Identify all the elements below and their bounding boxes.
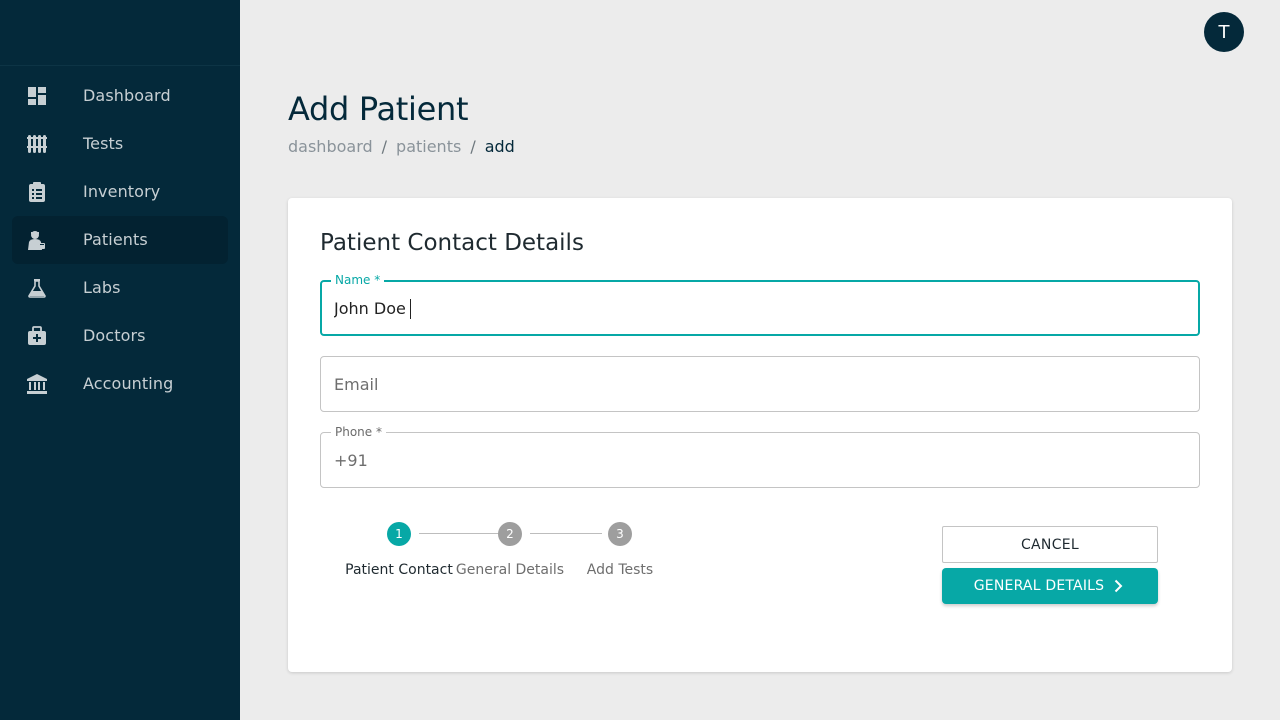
sidebar: Dashboard Tests Inventory Patients Labs bbox=[0, 0, 240, 720]
breadcrumb-patients[interactable]: patients bbox=[396, 137, 461, 156]
form-stepper: 1 Patient Contact 2 General Details 3 Ad… bbox=[345, 522, 688, 612]
sidebar-item-label: Doctors bbox=[83, 326, 146, 345]
breadcrumb-separator: / bbox=[381, 136, 388, 156]
patient-icon bbox=[27, 230, 47, 250]
flask-icon bbox=[27, 278, 47, 298]
cancel-button[interactable]: CANCEL bbox=[942, 526, 1158, 563]
sidebar-item-label: Tests bbox=[83, 134, 124, 153]
sidebar-header bbox=[0, 0, 240, 66]
page-title: Add Patient bbox=[288, 90, 469, 128]
chevron-right-icon bbox=[1115, 579, 1123, 593]
step-label: Patient Contact bbox=[345, 562, 453, 578]
step-label: Add Tests bbox=[586, 562, 654, 578]
step-label: General Details bbox=[455, 562, 565, 578]
sidebar-item-labs[interactable]: Labs bbox=[12, 264, 228, 312]
sidebar-nav: Dashboard Tests Inventory Patients Labs bbox=[0, 66, 240, 408]
medical-kit-icon bbox=[27, 326, 47, 346]
sidebar-item-patients[interactable]: Patients bbox=[12, 216, 228, 264]
breadcrumb-dashboard[interactable]: dashboard bbox=[288, 137, 373, 156]
step-add-tests: 3 Add Tests bbox=[565, 522, 675, 580]
sidebar-item-tests[interactable]: Tests bbox=[12, 120, 228, 168]
sidebar-item-label: Labs bbox=[83, 278, 121, 297]
name-input[interactable] bbox=[334, 281, 1184, 335]
dashboard-icon bbox=[27, 86, 47, 106]
bank-icon bbox=[27, 374, 47, 394]
sidebar-item-label: Inventory bbox=[83, 182, 161, 201]
step-number: 3 bbox=[608, 522, 632, 546]
sidebar-item-label: Dashboard bbox=[83, 86, 171, 105]
test-tubes-icon bbox=[27, 134, 47, 154]
patient-form-card: Patient Contact Details Name * Phone * 1… bbox=[288, 198, 1232, 672]
sidebar-item-label: Patients bbox=[83, 230, 148, 249]
sidebar-item-dashboard[interactable]: Dashboard bbox=[12, 72, 228, 120]
general-details-button[interactable]: GENERAL DETAILS bbox=[942, 568, 1158, 604]
email-input[interactable] bbox=[334, 357, 1184, 411]
text-caret bbox=[410, 299, 411, 319]
breadcrumb: dashboard / patients / add bbox=[288, 134, 515, 158]
sidebar-item-inventory[interactable]: Inventory bbox=[12, 168, 228, 216]
phone-input[interactable] bbox=[334, 433, 1184, 487]
sidebar-item-doctors[interactable]: Doctors bbox=[12, 312, 228, 360]
sidebar-item-accounting[interactable]: Accounting bbox=[12, 360, 228, 408]
step-general-details: 2 General Details bbox=[455, 522, 565, 580]
name-field: Name * bbox=[320, 273, 1200, 336]
avatar[interactable]: T bbox=[1204, 12, 1244, 52]
step-patient-contact: 1 Patient Contact bbox=[344, 522, 454, 580]
form-title: Patient Contact Details bbox=[320, 230, 584, 256]
clipboard-icon bbox=[27, 182, 47, 202]
breadcrumb-separator: / bbox=[470, 136, 476, 156]
sidebar-item-label: Accounting bbox=[83, 374, 174, 393]
step-number: 1 bbox=[387, 522, 411, 546]
general-details-button-label: GENERAL DETAILS bbox=[973, 578, 1105, 594]
step-number: 2 bbox=[498, 522, 522, 546]
phone-field: Phone * bbox=[320, 425, 1200, 488]
breadcrumb-current: add bbox=[484, 136, 515, 156]
email-field bbox=[320, 356, 1200, 412]
